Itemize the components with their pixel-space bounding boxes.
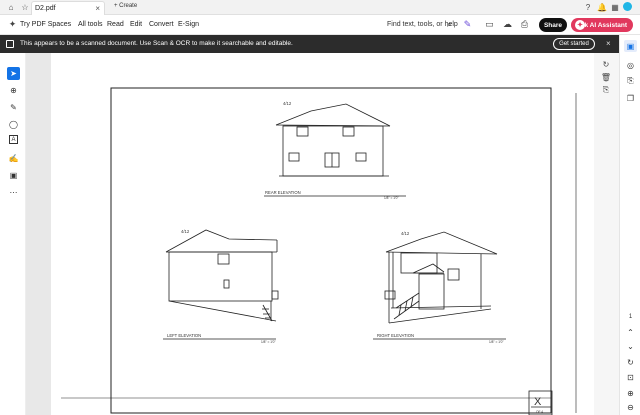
star-icon[interactable]: ☆ — [20, 2, 30, 12]
search-icon[interactable]: ⌕ — [444, 19, 455, 30]
ocr-banner: This appears to be a scanned document. U… — [0, 35, 619, 53]
document-canvas[interactable]: 4/12 REAR ELEVATION 1/8" = 1'0" 4/12 LEF… — [26, 53, 594, 415]
menu-edit[interactable]: Edit — [130, 21, 142, 28]
cloud-upload-icon[interactable]: ☁ — [502, 19, 513, 30]
close-banner-icon[interactable]: × — [606, 39, 611, 48]
close-tab-icon[interactable]: × — [95, 4, 100, 13]
scan-icon[interactable]: ▣ — [7, 169, 20, 182]
menu-convert[interactable]: Convert — [149, 21, 174, 28]
right-rail: ▣ ◎ ⎘ ❐ 1 ⌃ ⌄ ↻ ⊡ ⊕ ⊖ — [619, 35, 640, 415]
fill-sign-icon[interactable]: ✍ — [7, 152, 20, 165]
total-pages-label: 1 — [628, 314, 633, 320]
fit-page-icon[interactable]: ⊡ — [624, 371, 637, 383]
bell-icon[interactable]: 🔔 — [597, 2, 607, 12]
main-toolbar: ✦ Try PDF Spaces All tools Read Edit Con… — [0, 15, 640, 35]
save-icon[interactable]: ▭ — [484, 19, 495, 30]
zoom-icon[interactable]: ⊕ — [7, 84, 20, 97]
page-controls: ↻ 🗑 ⎘ — [594, 53, 619, 415]
tab-document-name: D2.pdf — [35, 5, 56, 12]
rear-elevation-label: REAR ELEVATION — [265, 190, 301, 195]
tab-document[interactable]: D2.pdf × — [31, 1, 105, 15]
architectural-drawing: 4/12 REAR ELEVATION 1/8" = 1'0" 4/12 LEF… — [61, 87, 577, 415]
right-pitch-label: 4/12 — [401, 231, 410, 236]
scan-doc-icon — [6, 40, 14, 48]
left-tool-panel: ➤ ⊕ ✎ ◯ A ✍ ▣ ⋯ — [0, 53, 26, 415]
pages-icon[interactable]: ❐ — [624, 92, 637, 104]
print-icon[interactable]: ⎙ — [519, 19, 530, 30]
ai-assistant-panel-icon[interactable]: ▣ — [624, 40, 637, 52]
home-icon[interactable]: ⌂ — [6, 2, 16, 12]
menu-all-tools[interactable]: All tools — [78, 21, 103, 28]
more-tools-icon[interactable]: ⋯ — [7, 186, 20, 199]
rear-scale-label: 1/8" = 1'0" — [384, 196, 398, 200]
ai-search-icon[interactable]: ✎ — [462, 19, 473, 30]
tab-bar: ⌂ ☆ D2.pdf × + Create ? 🔔 ▦ — [0, 0, 640, 15]
page-up-icon[interactable]: ⌃ — [624, 326, 637, 338]
left-pitch-label: 4/12 — [181, 229, 190, 234]
try-pdf-spaces-button[interactable]: Try PDF Spaces — [20, 21, 71, 28]
title-block-mark: X — [534, 396, 542, 408]
menu-esign[interactable]: E-Sign — [178, 21, 199, 28]
comment-icon[interactable]: ◎ — [624, 59, 637, 71]
pdf-page: 4/12 REAR ELEVATION 1/8" = 1'0" 4/12 LEF… — [51, 53, 594, 415]
spaces-icon: ✦ — [8, 19, 17, 29]
right-elevation-label: RIGHT ELEVATION — [377, 333, 414, 338]
get-started-button[interactable]: Get started — [553, 38, 595, 50]
zoom-out-icon[interactable]: ⊖ — [624, 401, 637, 413]
menu-read[interactable]: Read — [107, 21, 124, 28]
left-scale-label: 1/8" = 1'0" — [261, 340, 275, 344]
ai-sparkle-icon: ✦ — [575, 20, 585, 30]
right-scale-label: 1/8" = 1'0" — [489, 340, 503, 344]
create-label: Create — [119, 3, 138, 9]
rotate-icon[interactable]: ↻ — [599, 58, 613, 70]
apps-grid-icon[interactable]: ▦ — [610, 2, 620, 12]
page-down-icon[interactable]: ⌄ — [624, 340, 637, 352]
bookmark-icon[interactable]: ⎘ — [624, 75, 637, 87]
create-tab-button[interactable]: + Create — [114, 3, 137, 9]
refresh-icon[interactable]: ↻ — [624, 356, 637, 368]
avatar[interactable] — [623, 2, 632, 11]
pen-icon[interactable]: ✎ — [7, 101, 20, 114]
zoom-in-icon[interactable]: ⊕ — [624, 387, 637, 399]
share-button[interactable]: Share — [539, 18, 567, 32]
left-elevation-label: LEFT ELEVATION — [167, 333, 201, 338]
help-icon[interactable]: ? — [583, 2, 593, 12]
select-cursor-icon[interactable]: ➤ — [7, 67, 20, 80]
banner-message: This appears to be a scanned document. U… — [20, 40, 293, 47]
title-block-sub: OF 4 — [536, 410, 543, 414]
rear-pitch-label: 4/12 — [283, 101, 292, 106]
text-box-icon[interactable]: A — [9, 135, 18, 144]
delete-icon[interactable]: 🗑 — [599, 71, 613, 83]
lasso-icon[interactable]: ◯ — [7, 118, 20, 131]
ai-assistant-button[interactable]: ✦ Ask AI Assistant — [571, 18, 633, 32]
extract-page-icon[interactable]: ⎘ — [599, 84, 613, 96]
